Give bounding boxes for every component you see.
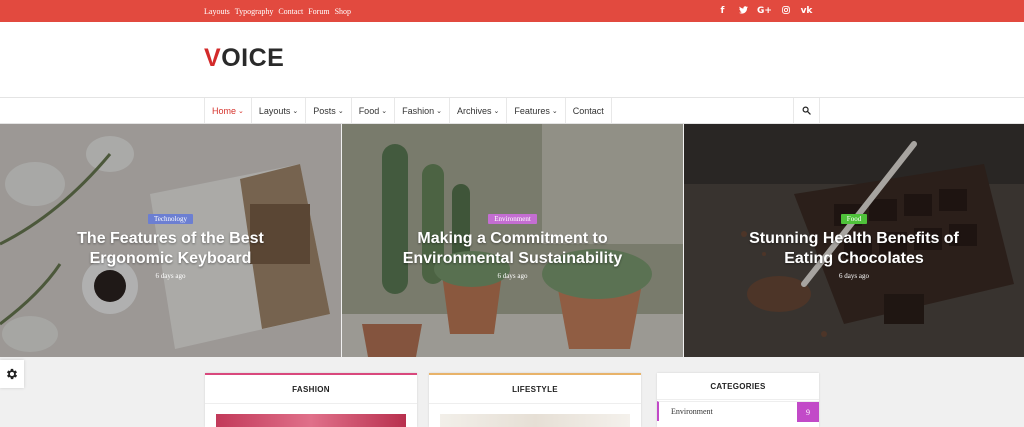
slide-date: 6 days ago: [155, 272, 186, 280]
logo-text: OICE: [221, 44, 285, 72]
top-link-shop[interactable]: Shop: [335, 7, 351, 16]
featured-slide-food[interactable]: Food Stunning Health Benefits of Eating …: [684, 124, 1024, 357]
instagram-icon[interactable]: [775, 5, 796, 17]
chevron-down-icon: ⌄: [381, 107, 388, 115]
chevron-down-icon: ⌄: [551, 107, 558, 115]
nav-item-features[interactable]: Features ⌄: [507, 98, 566, 123]
lifestyle-widget: LIFESTYLE: [429, 373, 641, 427]
main-nav: Home ⌄ Layouts ⌄ Posts ⌄ Food ⌄ Fashion ⌄ Arc…: [0, 97, 1024, 124]
site-logo[interactable]: VOICE: [204, 44, 284, 73]
slide-caption: Technology The Features of the Best Ergo…: [0, 208, 341, 280]
widget-title[interactable]: LIFESTYLE: [429, 375, 641, 404]
category-badge[interactable]: Food: [840, 214, 868, 224]
top-bar: Layouts Typography Contact Forum Shop f …: [0, 0, 1024, 22]
widget-title: CATEGORIES: [657, 373, 819, 400]
facebook-icon[interactable]: f: [712, 6, 733, 16]
chevron-down-icon: ⌄: [292, 107, 299, 115]
nav-item-contact[interactable]: Contact: [566, 98, 612, 123]
category-item-environment[interactable]: Environment 9: [657, 401, 819, 422]
google-plus-icon[interactable]: G+: [754, 6, 775, 16]
slide-date: 6 days ago: [497, 272, 528, 280]
nav-item-home[interactable]: Home ⌄: [205, 98, 252, 123]
nav-menu: Home ⌄ Layouts ⌄ Posts ⌄ Food ⌄ Fashion ⌄ Arc…: [204, 98, 612, 123]
category-badge[interactable]: Environment: [488, 214, 537, 224]
settings-button[interactable]: [0, 360, 24, 388]
slide-title[interactable]: Making a Commitment to Environmental Sus…: [342, 229, 683, 269]
top-link-typography[interactable]: Typography: [235, 7, 274, 16]
top-link-contact[interactable]: Contact: [278, 7, 303, 16]
category-count: 9: [797, 402, 819, 422]
search-icon: [802, 106, 811, 115]
top-link-forum[interactable]: Forum: [308, 7, 329, 16]
social-links: f G+ vk: [712, 0, 817, 22]
fashion-thumbnail[interactable]: [216, 414, 406, 427]
slide-title[interactable]: The Features of the Best Ergonomic Keybo…: [0, 229, 341, 269]
lifestyle-thumbnail[interactable]: [440, 414, 630, 427]
categories-widget: CATEGORIES Environment 9: [657, 373, 819, 427]
search-button[interactable]: [793, 98, 820, 123]
chevron-down-icon: ⌄: [493, 107, 500, 115]
slide-date: 6 days ago: [839, 272, 869, 280]
slide-title[interactable]: Stunning Health Benefits of Eating Choco…: [684, 229, 1024, 269]
category-name: Environment: [671, 407, 713, 416]
featured-slide-technology[interactable]: Technology The Features of the Best Ergo…: [0, 124, 341, 357]
nav-item-archives[interactable]: Archives ⌄: [450, 98, 508, 123]
widget-title[interactable]: FASHION: [205, 375, 417, 404]
nav-item-layouts[interactable]: Layouts ⌄: [252, 98, 307, 123]
nav-item-posts[interactable]: Posts ⌄: [306, 98, 352, 123]
slide-caption: Food Stunning Health Benefits of Eating …: [684, 208, 1024, 280]
logo-v: V: [204, 44, 222, 72]
chevron-down-icon: ⌄: [436, 107, 442, 115]
top-link-layouts[interactable]: Layouts: [204, 7, 230, 16]
category-badge[interactable]: Technology: [148, 214, 193, 224]
nav-item-fashion[interactable]: Fashion ⌄: [395, 98, 450, 123]
site-header: VOICE: [0, 22, 1024, 97]
vk-icon[interactable]: vk: [796, 6, 817, 16]
nav-item-food[interactable]: Food ⌄: [352, 98, 396, 123]
slide-caption: Environment Making a Commitment to Envir…: [342, 208, 683, 280]
gear-icon: [6, 368, 18, 380]
twitter-icon[interactable]: [733, 5, 754, 17]
chevron-down-icon: ⌄: [337, 107, 344, 115]
fashion-widget: FASHION: [205, 373, 417, 427]
chevron-down-icon: ⌄: [238, 107, 244, 115]
top-links: Layouts Typography Contact Forum Shop: [204, 0, 351, 22]
featured-slide-environment[interactable]: Environment Making a Commitment to Envir…: [342, 124, 683, 357]
featured-slider: Technology The Features of the Best Ergo…: [0, 124, 1024, 357]
